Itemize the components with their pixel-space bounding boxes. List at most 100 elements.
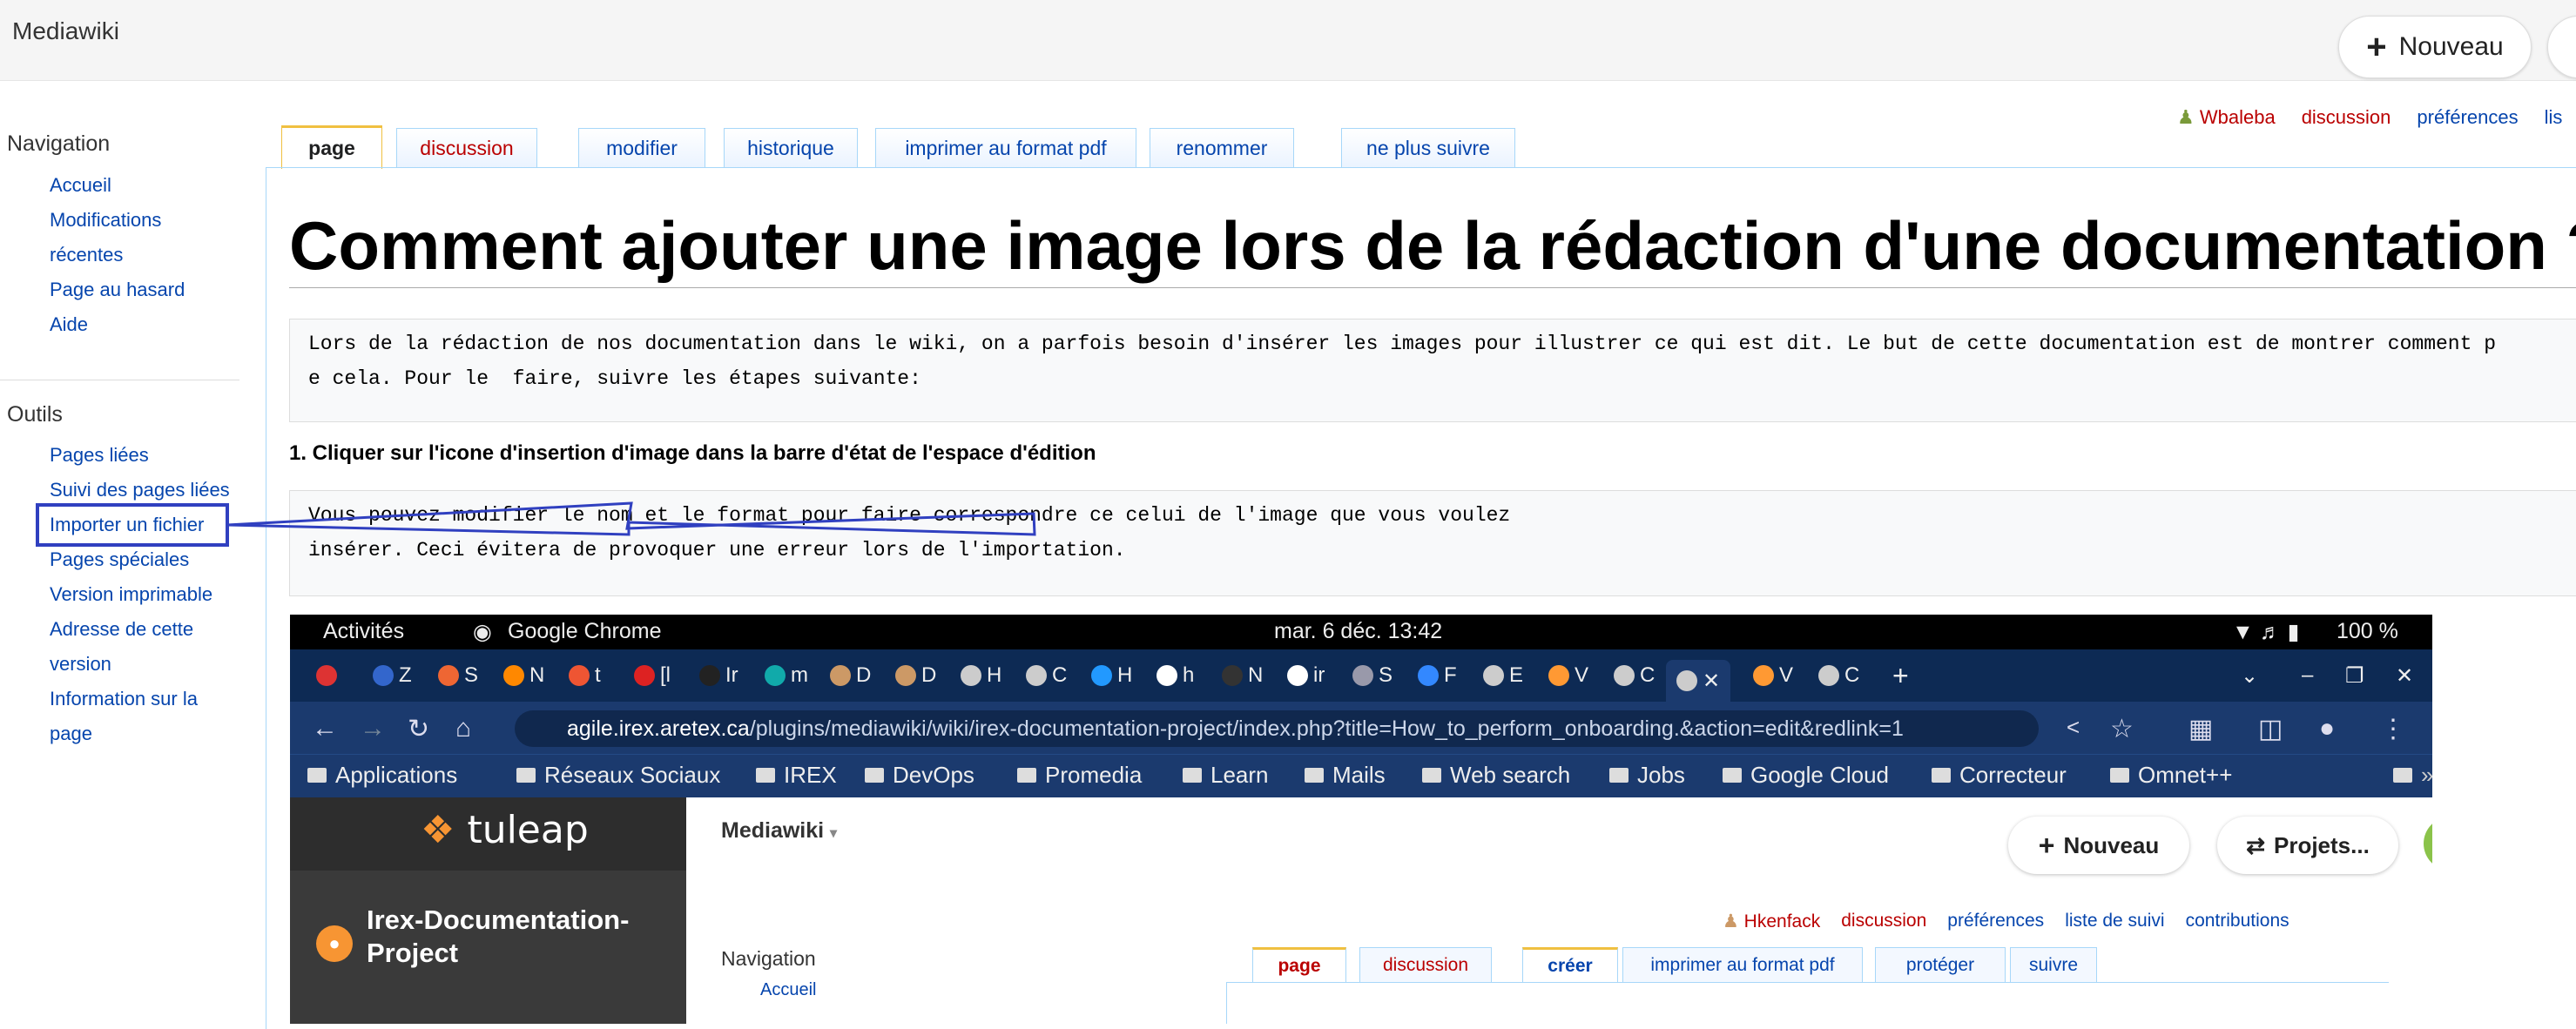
avatar[interactable]: HK bbox=[2424, 817, 2432, 871]
tab-discussion[interactable]: discussion bbox=[396, 128, 537, 168]
sidebar-item-pages-speciales[interactable]: Pages spéciales bbox=[50, 542, 189, 577]
extensions-icon[interactable]: ▦ bbox=[2188, 714, 2213, 744]
bookmark-star-icon[interactable]: ☆ bbox=[2110, 714, 2134, 744]
tuleap-tab-proteger[interactable]: protéger bbox=[1875, 947, 2006, 982]
tab-historique[interactable]: historique bbox=[724, 128, 858, 168]
browser-tab[interactable]: H bbox=[1091, 660, 1132, 691]
tuleap-tab-creer[interactable]: créer bbox=[1522, 947, 1618, 982]
tuleap-new-button[interactable]: + Nouveau bbox=[2008, 817, 2189, 874]
brand-title[interactable]: Mediawiki bbox=[12, 17, 119, 45]
browser-tab[interactable]: F bbox=[1418, 660, 1457, 691]
bookmark-correcteur[interactable]: Correcteur bbox=[1932, 762, 2067, 789]
bookmark-promedia[interactable]: Promedia bbox=[1017, 762, 1142, 789]
tuleap-project-header[interactable]: ● Irex-Documentation- Project bbox=[290, 871, 686, 1024]
browser-tab[interactable]: S bbox=[1352, 660, 1393, 691]
sidebar-item-information-sur-la[interactable]: Information sur la bbox=[50, 682, 198, 716]
browser-tab[interactable]: S bbox=[438, 660, 478, 691]
browser-tab[interactable]: [l bbox=[634, 660, 671, 691]
bookmark-omnet[interactable]: Omnet++ bbox=[2110, 762, 2232, 789]
sidebar-item-page-au-hasard[interactable]: Page au hasard bbox=[50, 272, 185, 307]
share-icon[interactable]: < bbox=[2067, 714, 2080, 741]
browser-tab[interactable]: ir bbox=[1287, 660, 1325, 691]
user-preferences-link[interactable]: préférences bbox=[2417, 106, 2518, 129]
minimize-icon[interactable]: – bbox=[2302, 660, 2313, 691]
tuleap-user-link[interactable]: ♟ Hkenfack bbox=[1723, 911, 1820, 932]
sidebar-item-modifications[interactable]: Modifications bbox=[50, 203, 161, 238]
tuleap-tab-imprimer-pdf[interactable]: imprimer au format pdf bbox=[1622, 947, 1863, 982]
browser-tab[interactable]: D bbox=[830, 660, 871, 691]
tab-ne-plus-suivre[interactable]: ne plus suivre bbox=[1341, 128, 1515, 168]
projects-button[interactable] bbox=[2547, 16, 2576, 78]
sidebar-item-adresse-cette[interactable]: Adresse de cette bbox=[50, 612, 193, 647]
menu-kebab-icon[interactable]: ⋮ bbox=[2380, 714, 2406, 744]
tuleap-nav-accueil[interactable]: Accueil bbox=[760, 980, 816, 1000]
new-tab-icon[interactable]: + bbox=[1892, 660, 1909, 691]
back-icon[interactable]: ← bbox=[312, 714, 338, 743]
tuleap-contributions-link[interactable]: contributions bbox=[2186, 911, 2289, 932]
sidebar-item-recentes[interactable]: récentes bbox=[50, 238, 123, 272]
user-more-link[interactable]: lis bbox=[2545, 106, 2563, 129]
sidebar-item-accueil[interactable]: Accueil bbox=[50, 168, 111, 203]
browser-tab-active[interactable]: ✕ bbox=[1666, 660, 1731, 702]
bookmark-web-search[interactable]: Web search bbox=[1422, 762, 1570, 789]
tab-modifier[interactable]: modifier bbox=[578, 128, 705, 168]
browser-tab[interactable]: t bbox=[569, 660, 601, 691]
tab-renommer[interactable]: renommer bbox=[1150, 128, 1294, 168]
sidebar-item-aide[interactable]: Aide bbox=[50, 307, 88, 342]
bookmark-devops[interactable]: DevOps bbox=[865, 762, 974, 789]
browser-tab[interactable]: N bbox=[1222, 660, 1263, 691]
bookmark-mails[interactable]: Mails bbox=[1305, 762, 1386, 789]
sidebar-item-suivi-pages-liees[interactable]: Suivi des pages liées bbox=[50, 473, 230, 508]
browser-tab[interactable]: D bbox=[895, 660, 936, 691]
sidebar-item-version-imprimable[interactable]: Version imprimable bbox=[50, 577, 212, 612]
close-window-icon[interactable]: ✕ bbox=[2396, 660, 2413, 691]
browser-tab[interactable] bbox=[316, 660, 337, 691]
profile-icon[interactable]: ● bbox=[2319, 714, 2335, 743]
tuleap-watchlist-link[interactable]: liste de suivi bbox=[2065, 911, 2164, 932]
tab-page[interactable]: page bbox=[281, 125, 382, 169]
tuleap-logo[interactable]: ❖ tuleap bbox=[421, 808, 589, 852]
address-bar[interactable]: agile.irex.aretex.ca/plugins/mediawiki/w… bbox=[515, 710, 2039, 747]
browser-tab[interactable]: N bbox=[503, 660, 544, 691]
bookmark-learn[interactable]: Learn bbox=[1183, 762, 1269, 789]
tuleap-projects-button[interactable]: ⇄ Projets... bbox=[2217, 817, 2398, 874]
bookmark-applications[interactable]: Applications bbox=[307, 762, 457, 789]
forward-icon[interactable]: → bbox=[360, 714, 386, 743]
bookmark-irex[interactable]: IREX bbox=[756, 762, 837, 789]
reload-icon[interactable]: ↻ bbox=[408, 714, 429, 744]
new-button[interactable]: + Nouveau bbox=[2338, 16, 2532, 78]
browser-tab[interactable]: V bbox=[1753, 660, 1793, 691]
browser-tab[interactable]: V bbox=[1548, 660, 1588, 691]
browser-tab[interactable]: C bbox=[1026, 660, 1067, 691]
tab-imprimer-pdf[interactable]: imprimer au format pdf bbox=[875, 128, 1136, 168]
tab-search-icon[interactable]: ⌄ bbox=[2241, 660, 2258, 691]
browser-tab[interactable]: C bbox=[1614, 660, 1655, 691]
bookmarks-overflow-icon[interactable]: » bbox=[2393, 762, 2432, 789]
sidebar-item-pages-liees[interactable]: Pages liées bbox=[50, 438, 149, 473]
browser-tab[interactable]: H bbox=[961, 660, 1001, 691]
restore-icon[interactable]: ❐ bbox=[2345, 660, 2364, 691]
bookmark-jobs[interactable]: Jobs bbox=[1609, 762, 1685, 789]
sidebar-item-page-info[interactable]: page bbox=[50, 716, 92, 751]
embedded-screenshot[interactable]: Activités ◉ Google Chrome mar. 6 déc. 13… bbox=[290, 615, 2432, 1024]
sidebar-item-version[interactable]: version bbox=[50, 647, 111, 682]
sidepanel-icon[interactable]: ◫ bbox=[2258, 714, 2283, 744]
bookmark-reseaux-sociaux[interactable]: Réseaux Sociaux bbox=[516, 762, 720, 789]
bookmark-google-cloud[interactable]: Google Cloud bbox=[1723, 762, 1889, 789]
tuleap-discussion-link[interactable]: discussion bbox=[1841, 911, 1926, 932]
browser-tab[interactable]: C bbox=[1818, 660, 1859, 691]
browser-tab[interactable]: h bbox=[1157, 660, 1194, 691]
tuleap-tab-page[interactable]: page bbox=[1252, 947, 1346, 982]
browser-tab[interactable]: E bbox=[1483, 660, 1523, 691]
browser-tab[interactable]: Ir bbox=[699, 660, 738, 691]
browser-tab[interactable]: Z bbox=[373, 660, 412, 691]
tuleap-preferences-link[interactable]: préférences bbox=[1947, 911, 2044, 932]
home-icon[interactable]: ⌂ bbox=[455, 714, 471, 743]
tuleap-tab-discussion[interactable]: discussion bbox=[1359, 947, 1492, 982]
user-discussion-link[interactable]: discussion bbox=[2302, 106, 2391, 129]
user-link[interactable]: ♟ Wbaleba bbox=[2177, 106, 2276, 129]
browser-tab[interactable]: m bbox=[765, 660, 808, 691]
tuleap-mediawiki-title[interactable]: Mediawiki ▾ bbox=[721, 818, 837, 844]
tuleap-tab-suivre[interactable]: suivre bbox=[2010, 947, 2097, 982]
sidebar-item-importer-fichier[interactable]: Importer un fichier bbox=[50, 508, 204, 542]
